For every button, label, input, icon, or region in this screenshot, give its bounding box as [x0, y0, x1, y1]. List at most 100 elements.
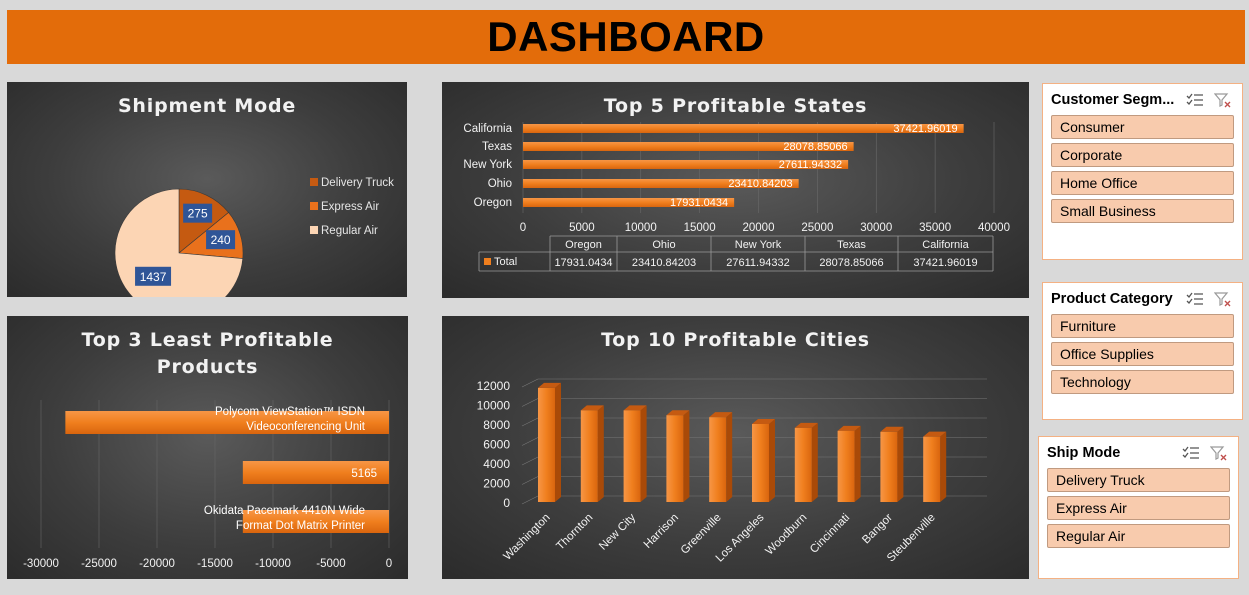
bar-value-label: 17931.0434 [670, 197, 728, 209]
least-products-bar-chart[interactable]: -30000 -25000 -20000 -15000 -10000 -5000 0Poly… [7, 316, 408, 579]
legend-swatch [310, 178, 318, 186]
x-tick-label: -30000 [23, 558, 59, 570]
legend-label: Express Air [321, 201, 379, 213]
table-header-cell: New York [735, 239, 782, 251]
top-cities-panel[interactable]: Top 10 Profitable Cities 0 2000 4000 6000 80… [442, 316, 1029, 579]
product-category-slicer[interactable]: Product Category Furniture Office Suppli… [1042, 282, 1243, 420]
bar-thornton-side [597, 405, 604, 502]
ship-mode-slicer-header: Ship Mode [1047, 443, 1230, 463]
top-cities-bar-chart[interactable]: 0 2000 4000 6000 8000 10000 12000 Washington Tho… [442, 316, 1029, 579]
bar-new-city [623, 410, 641, 502]
bar-bangor-side [897, 426, 904, 502]
slicer-item-regular-air[interactable]: Regular Air [1047, 524, 1230, 548]
y-tick-label: 8000 [483, 418, 510, 432]
table-header-cell: Ohio [652, 239, 675, 251]
legend-label: Delivery Truck [321, 177, 394, 189]
table-value-cell: 23410.84203 [632, 257, 696, 269]
y-tick-label: 2000 [483, 477, 510, 491]
x-tick-label: -15000 [197, 558, 233, 570]
x-tick-label: -10000 [255, 558, 291, 570]
bar-washington-side [555, 382, 561, 502]
y-tick-label: New York [463, 159, 512, 171]
dashboard-title: DASHBOARD [487, 13, 765, 60]
bar-cincinnati-side [854, 425, 861, 502]
x-tick-label: Harrison [642, 512, 681, 551]
table-row-label: Total [494, 256, 517, 268]
product-category-slicer-title: Product Category [1051, 291, 1173, 307]
x-tick-label: New City [597, 511, 638, 552]
slicer-item-office-supplies[interactable]: Office Supplies [1051, 342, 1234, 366]
y-tick-label: Texas [482, 141, 512, 153]
legend-label: Regular Air [321, 225, 378, 237]
x-tick-label: 35000 [919, 222, 951, 234]
bar-greenville-side [726, 412, 733, 502]
x-tick-label: 10000 [625, 222, 657, 234]
y-tick-label: 4000 [483, 457, 510, 471]
clear-filter-icon[interactable] [1212, 91, 1234, 109]
x-tick-label: Woodburn [764, 512, 810, 558]
bar-steubenville [923, 436, 941, 502]
pie-data-label: 275 [188, 207, 208, 221]
table-value-cell: 28078.85066 [819, 257, 883, 269]
bar-greenville [709, 417, 727, 502]
x-tick-label: 30000 [860, 222, 892, 234]
bar-value-label: 28078.85066 [783, 141, 847, 153]
legend-swatch [310, 226, 318, 234]
multi-select-icon[interactable] [1184, 290, 1206, 308]
ship-mode-slicer[interactable]: Ship Mode Delivery Truck Express Air Reg… [1038, 436, 1239, 579]
x-tick-label: 0 [520, 222, 526, 234]
gridline [521, 437, 539, 446]
table-header-cell: Texas [837, 239, 866, 251]
y-tick-label: Ohio [488, 178, 512, 190]
shipment-mode-pie-chart[interactable]: 275240 1437 Delivery Truck Express Air Regul… [7, 82, 407, 297]
x-tick-label: Bangor [860, 512, 895, 547]
slicer-item-technology[interactable]: Technology [1051, 370, 1234, 394]
shipment-mode-panel[interactable]: Shipment Mode 275 240 1437 Delivery Truck Ex… [7, 82, 407, 297]
table-value-cell: 17931.0434 [554, 257, 612, 269]
gridline [521, 476, 539, 485]
bar-harrison-side [683, 410, 690, 502]
legend-swatch [310, 202, 318, 210]
customer-segment-slicer-header: Customer Segm... [1051, 90, 1234, 110]
x-tick-label: 20000 [743, 222, 775, 234]
slicer-item-furniture[interactable]: Furniture [1051, 314, 1234, 338]
slicer-item-small-business[interactable]: Small Business [1051, 199, 1234, 223]
ship-mode-slicer-title: Ship Mode [1047, 445, 1121, 461]
bar-cincinnati [837, 430, 855, 502]
x-tick-label: Thornton [554, 512, 595, 553]
bar-los-angeles [752, 424, 769, 502]
x-tick-label: -5000 [316, 558, 345, 570]
slicer-item-consumer[interactable]: Consumer [1051, 115, 1234, 139]
clear-filter-icon[interactable] [1208, 444, 1230, 462]
gridline [521, 378, 539, 388]
bar-steubenville-side [940, 431, 947, 502]
product-category-slicer-header: Product Category [1051, 289, 1234, 309]
x-tick-label: 0 [386, 558, 392, 570]
top-states-panel[interactable]: Top 5 Profitable States 0 5000 10000 15000 2… [442, 82, 1029, 298]
bar-woodburn [794, 427, 812, 502]
y-tick-label: 10000 [477, 399, 511, 413]
multi-select-icon[interactable] [1180, 444, 1202, 462]
clear-filter-icon[interactable] [1212, 290, 1234, 308]
y-tick-label: Oregon [474, 197, 512, 209]
bar-thornton [580, 410, 598, 502]
dashboard-banner: DASHBOARD [7, 10, 1245, 64]
slicer-item-home-office[interactable]: Home Office [1051, 171, 1234, 195]
y-tick-label: 6000 [483, 438, 510, 452]
table-value-cell: 27611.94332 [726, 257, 789, 269]
multi-select-icon[interactable] [1184, 91, 1206, 109]
gridline [521, 398, 539, 407]
slicer-item-express-air[interactable]: Express Air [1047, 496, 1230, 520]
customer-segment-slicer[interactable]: Customer Segm... Consumer Corporate Home… [1042, 83, 1243, 260]
customer-segment-slicer-title: Customer Segm... [1051, 92, 1175, 108]
y-tick-label: California [463, 123, 512, 135]
slicer-item-delivery-truck[interactable]: Delivery Truck [1047, 468, 1230, 492]
top-states-bar-chart[interactable]: 0 5000 10000 15000 20000 25000 30000 35000 40000… [442, 82, 1029, 298]
slicer-item-corporate[interactable]: Corporate [1051, 143, 1234, 167]
bar-value-label: 37421.96019 [893, 123, 957, 135]
bar-bangor [880, 431, 898, 502]
bar-category-label: 5165 [351, 468, 377, 480]
least-products-panel[interactable]: Top 3 Least Profitable Products -30000 -2… [7, 316, 408, 579]
gridline [521, 456, 539, 466]
x-tick-label: -25000 [81, 558, 117, 570]
